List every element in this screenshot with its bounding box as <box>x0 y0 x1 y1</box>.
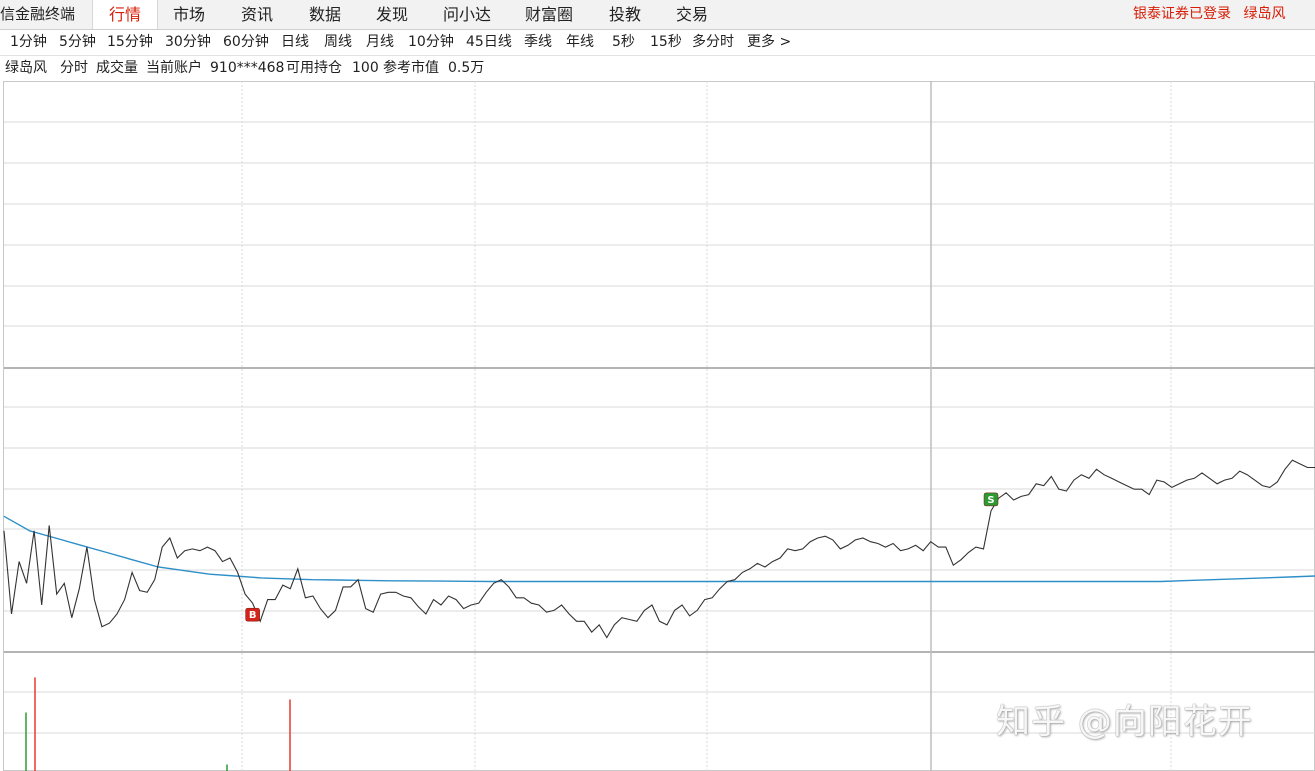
menu-item-4[interactable]: 发现 <box>376 0 408 29</box>
period-option-3[interactable]: 30分钟 <box>165 30 211 55</box>
period-option-10[interactable]: 季线 <box>524 30 552 55</box>
period-option-14[interactable]: 多分时 <box>692 30 734 55</box>
broker-login-status: 银泰证券已登录 <box>1133 6 1231 22</box>
period-option-15[interactable]: 更多 > <box>747 30 791 55</box>
login-user[interactable]: 绿岛风 <box>1243 6 1285 22</box>
period-option-8[interactable]: 10分钟 <box>408 30 454 55</box>
zhihu-watermark: 知乎 @向阳花开 <box>996 702 1253 742</box>
period-option-0[interactable]: 1分钟 <box>10 30 47 55</box>
market-value-label: 参考市值 <box>383 60 439 76</box>
sell-marker-label: S <box>987 495 994 506</box>
menu-item-5[interactable]: 问小达 <box>443 0 491 29</box>
intraday-chart[interactable]: BS <box>0 81 1315 771</box>
period-toolbar: 1分钟 5分钟 15分钟 30分钟 60分钟 日线 周线 月线 10分钟 45日线 季线 年线 5秒 15… <box>0 30 1315 56</box>
holding-value: 100 <box>352 60 379 76</box>
period-option-2[interactable]: 15分钟 <box>107 30 153 55</box>
period-option-6[interactable]: 周线 <box>324 30 352 55</box>
period-option-7[interactable]: 月线 <box>366 30 394 55</box>
chart-info-bar: 绿岛风 分时 成交量 当前账户 910***468 可用持仓 100 参考市值 … <box>0 56 1315 81</box>
period-option-13[interactable]: 15秒 <box>650 30 682 55</box>
period-option-1[interactable]: 5分钟 <box>59 30 96 55</box>
average-price-line <box>3 515 1315 583</box>
mode-label[interactable]: 分时 <box>60 56 88 81</box>
top-menu-bar: 信金融终端 行情 市场 资讯 数据 发现 问小达 财富圈 投教 交易 银泰证券已登录 绿岛风 <box>0 0 1315 30</box>
menu-item-6[interactable]: 财富圈 <box>525 0 573 29</box>
holding-label: 可用持仓 <box>286 60 342 76</box>
menu-item-0[interactable]: 行情 <box>92 0 158 29</box>
market-value: 0.5万 <box>448 60 485 76</box>
period-option-4[interactable]: 60分钟 <box>223 30 269 55</box>
chart-frame <box>3 81 1315 771</box>
period-option-5[interactable]: 日线 <box>281 30 309 55</box>
menu-item-7[interactable]: 投教 <box>609 0 641 29</box>
volume-label[interactable]: 成交量 <box>96 56 138 81</box>
login-status[interactable]: 银泰证券已登录 绿岛风 <box>1133 0 1285 29</box>
period-option-11[interactable]: 年线 <box>566 30 594 55</box>
account-value: 910***468 <box>210 60 285 76</box>
stock-name: 绿岛风 <box>5 60 47 76</box>
app-title: 信金融终端 <box>0 5 76 23</box>
menu-item-3[interactable]: 数据 <box>309 0 341 29</box>
period-option-12[interactable]: 5秒 <box>612 30 635 55</box>
menu-item-8[interactable]: 交易 <box>676 0 708 29</box>
menu-item-2[interactable]: 资讯 <box>241 0 273 29</box>
buy-marker-label: B <box>249 610 257 621</box>
menu-item-1[interactable]: 市场 <box>173 0 205 29</box>
account-label: 当前账户 <box>146 60 202 76</box>
period-option-9[interactable]: 45日线 <box>466 30 512 55</box>
